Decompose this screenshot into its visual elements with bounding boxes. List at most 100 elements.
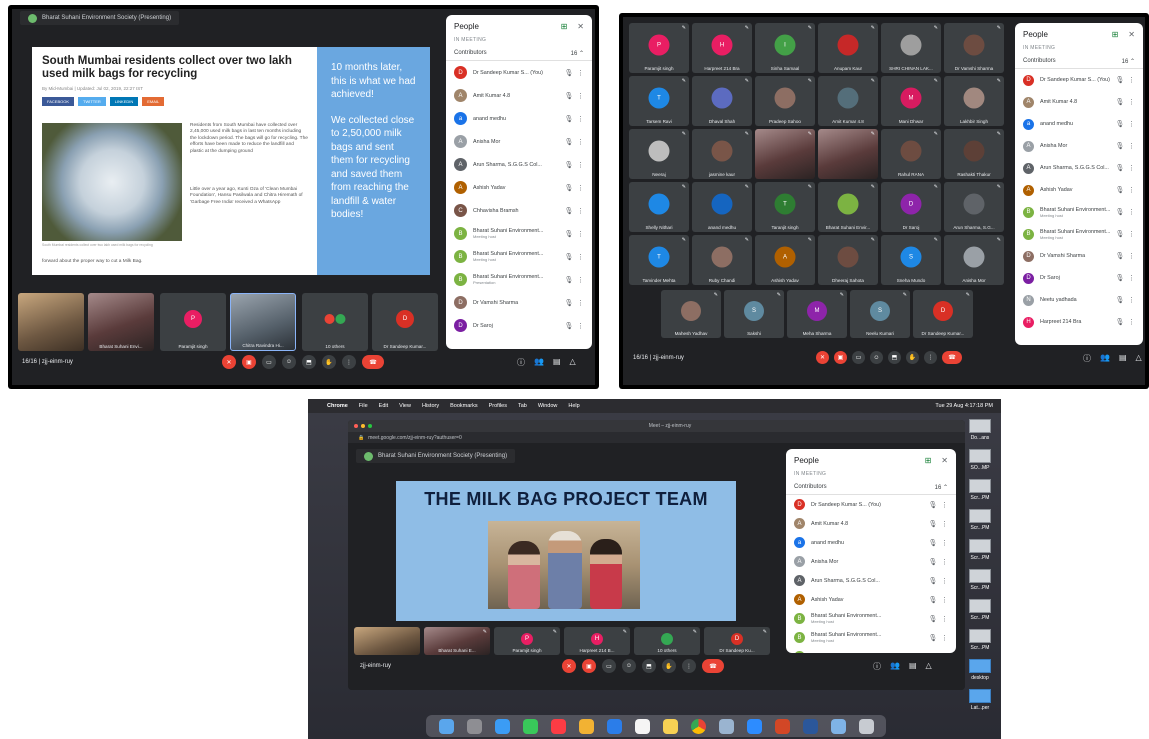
participant-tile[interactable]: D ✎ Dr Sandeep Ku... — [704, 627, 770, 655]
participant-row[interactable]: a anand medhu 🎙 ⋮ — [446, 107, 592, 130]
captions-button[interactable]: ▭ — [602, 659, 616, 673]
participant-row[interactable]: A Anisha Mor 🎙 ⋮ — [446, 130, 592, 153]
menu-item[interactable]: Bookmarks — [450, 403, 478, 409]
info-icon[interactable]: ⓘ — [517, 357, 525, 368]
participant-tile-self[interactable]: D Dr Sandeep Kumar... — [372, 293, 438, 351]
participant-tile[interactable]: S ✎ Sneha Mundo — [881, 235, 941, 285]
launchpad-icon[interactable] — [466, 718, 482, 734]
participant-row[interactable]: A Arun Sharma, S.G.G.S Col... 🎙 ⋮ — [786, 571, 956, 590]
participant-tile[interactable]: ✎ Amit Kumar 4.8 — [818, 76, 878, 126]
calendar-icon[interactable] — [634, 718, 650, 734]
desktop-file[interactable]: Lat...per — [965, 689, 995, 711]
raise-hand-button[interactable]: ✋ — [662, 659, 676, 673]
participant-row[interactable]: B Bharat Suhani Environment... Presentatio… — [446, 268, 592, 291]
present-button[interactable]: ⬒ — [888, 351, 901, 364]
more-options-button[interactable]: ⋮ — [924, 351, 937, 364]
activities-icon[interactable]: △ — [1136, 353, 1142, 364]
more-icon[interactable]: ⋮ — [1125, 318, 1135, 326]
participant-tile[interactable]: ✎ SHRI CHINAN LAK... — [881, 23, 941, 73]
contributors-group[interactable]: Contributors 16 ⌃ — [446, 47, 592, 61]
participant-tile-video[interactable] — [354, 627, 420, 655]
participant-row[interactable]: D Dr Vamshi Sharma 🎙 ⋮ — [446, 291, 592, 314]
safari-icon[interactable] — [494, 718, 510, 734]
share-email-button[interactable]: EMAIL — [142, 97, 165, 106]
more-icon[interactable]: ⋮ — [938, 615, 948, 623]
info-icon[interactable]: ⓘ — [873, 661, 881, 672]
finder-icon[interactable] — [438, 718, 454, 734]
more-icon[interactable]: ⋮ — [1125, 296, 1135, 304]
participant-tile[interactable]: T ✎ Taranjit singh — [755, 182, 815, 232]
participant-tile[interactable]: I ✎ Sinha Samaal — [755, 23, 815, 73]
more-icon[interactable]: ⋮ — [1125, 142, 1135, 150]
participant-row[interactable]: A Amit Kumar 4.8 🎙 ⋮ — [446, 84, 592, 107]
powerpoint-icon[interactable] — [774, 718, 790, 734]
desktop-file[interactable]: Scr...PM — [965, 539, 995, 561]
presenter-chip[interactable]: Bharat Suhani Environment Society (Prese… — [20, 11, 180, 25]
participant-row[interactable]: A Ashish Yadav 🎙 ⋮ — [446, 176, 592, 199]
participant-tile[interactable]: P Paramjit singh — [160, 293, 226, 351]
close-icon[interactable]: ✕ — [1128, 30, 1135, 39]
participant-row[interactable]: A Arun Sharma, S.G.G.S Col... 🎙 ⋮ — [1015, 157, 1143, 179]
emoji-button[interactable]: ☺ — [282, 355, 296, 369]
folder-icon[interactable] — [830, 718, 846, 734]
participant-tile-video[interactable]: Bharat Suhani Envi... — [88, 293, 154, 351]
mic-off-button[interactable]: ✕ — [562, 659, 576, 673]
chrome-icon[interactable] — [690, 718, 706, 734]
participant-tile[interactable]: P ✎ Paramjit singh — [494, 627, 560, 655]
participant-tile[interactable]: ✎ Rahul RANA — [881, 129, 941, 179]
more-icon[interactable]: ⋮ — [1125, 120, 1135, 128]
participant-tile[interactable]: S ✎ Neelu Kumari — [850, 290, 910, 338]
participant-row[interactable]: D Dr Vamshi Sharma 🎙 ⋮ — [1015, 245, 1143, 267]
desktop-file[interactable]: SO...MP — [965, 449, 995, 471]
participant-row[interactable]: B Bharat Suhani Environment... Meeting hos… — [786, 628, 956, 647]
people-icon[interactable]: 👥 — [890, 661, 900, 672]
more-icon[interactable]: ⋮ — [1125, 186, 1135, 194]
people-icon[interactable]: 👥 — [1100, 353, 1110, 364]
more-icon[interactable]: ⋮ — [574, 161, 584, 169]
add-person-icon[interactable]: ⊞ — [925, 456, 932, 465]
participant-row[interactable]: A Ashish Yadav 🎙 ⋮ — [786, 590, 956, 609]
participant-tile[interactable]: ✎ 10 others — [634, 627, 700, 655]
participant-row[interactable]: a anand medhu 🎙 ⋮ — [1015, 113, 1143, 135]
photos-icon[interactable] — [578, 718, 594, 734]
participant-tile[interactable]: ✎ Anisha Mor — [944, 235, 1004, 285]
mic-off-button[interactable]: ✕ — [222, 355, 236, 369]
participant-row[interactable]: B Bharat Suhani Environment... Meeting hos… — [786, 609, 956, 628]
participant-tile[interactable]: ✎ Lakhbir Singh — [944, 76, 1004, 126]
present-button[interactable]: ⬒ — [642, 659, 656, 673]
participant-row[interactable]: D Dr Sandeep Kumar S... (You) 🎙 ⋮ — [446, 61, 592, 84]
contributors-group[interactable]: Contributors 16 ⌃ — [1015, 55, 1143, 69]
address-bar[interactable]: 🔒 meet.google.com/zjj-einm-ruy?authuser=0 — [348, 432, 965, 443]
participant-tile[interactable]: ✎ — [818, 129, 878, 179]
participant-tile[interactable]: ✎ Dr Vamshi Sharma — [944, 23, 1004, 73]
menu-item[interactable]: Chrome — [327, 403, 348, 409]
word-icon[interactable] — [802, 718, 818, 734]
participant-tile[interactable]: S ✎ Sakshi — [724, 290, 784, 338]
music-icon[interactable] — [550, 718, 566, 734]
share-twitter-button[interactable]: TWITTER — [78, 97, 106, 106]
end-call-button[interactable]: ☎ — [702, 659, 724, 673]
add-person-icon[interactable]: ⊞ — [561, 22, 568, 31]
activities-icon[interactable]: △ — [926, 661, 932, 672]
more-icon[interactable]: ⋮ — [938, 634, 948, 642]
camera-off-button[interactable]: ▣ — [582, 659, 596, 673]
participant-tile[interactable]: M ✎ Mani Dhwar — [881, 76, 941, 126]
participant-row[interactable]: A Anisha Mor 🎙 ⋮ — [786, 552, 956, 571]
participant-tile[interactable]: ✎ Anupam Kaur — [818, 23, 878, 73]
close-icon[interactable]: ✕ — [941, 456, 948, 465]
participant-tile[interactable]: ✎ Bharat Suhani E... — [424, 627, 490, 655]
participant-row[interactable]: D Dr Saroj 🎙 ⋮ — [1015, 267, 1143, 289]
participant-tile[interactable]: ✎ — [755, 129, 815, 179]
participant-row[interactable]: BBharat Suhani Environment...🎙⋮ — [786, 647, 956, 653]
captions-button[interactable]: ▭ — [852, 351, 865, 364]
chat-icon[interactable]: ▤ — [1119, 353, 1127, 364]
participant-row[interactable]: B Bharat Suhani Environment... Meeting hos… — [446, 222, 592, 245]
participant-tile[interactable]: P ✎ Paramjit singh — [629, 23, 689, 73]
participant-row[interactable]: D Dr Sandeep Kumar S... (You) 🎙 ⋮ — [1015, 69, 1143, 91]
captions-button[interactable]: ▭ — [262, 355, 276, 369]
participant-tile-pinned[interactable]: Chitra Ravindra Hi... — [230, 293, 296, 351]
participant-row[interactable]: A Anisha Mor 🎙 ⋮ — [1015, 135, 1143, 157]
more-options-button[interactable]: ⋮ — [682, 659, 696, 673]
more-icon[interactable]: ⋮ — [938, 539, 948, 547]
more-icon[interactable]: ⋮ — [1125, 230, 1135, 238]
